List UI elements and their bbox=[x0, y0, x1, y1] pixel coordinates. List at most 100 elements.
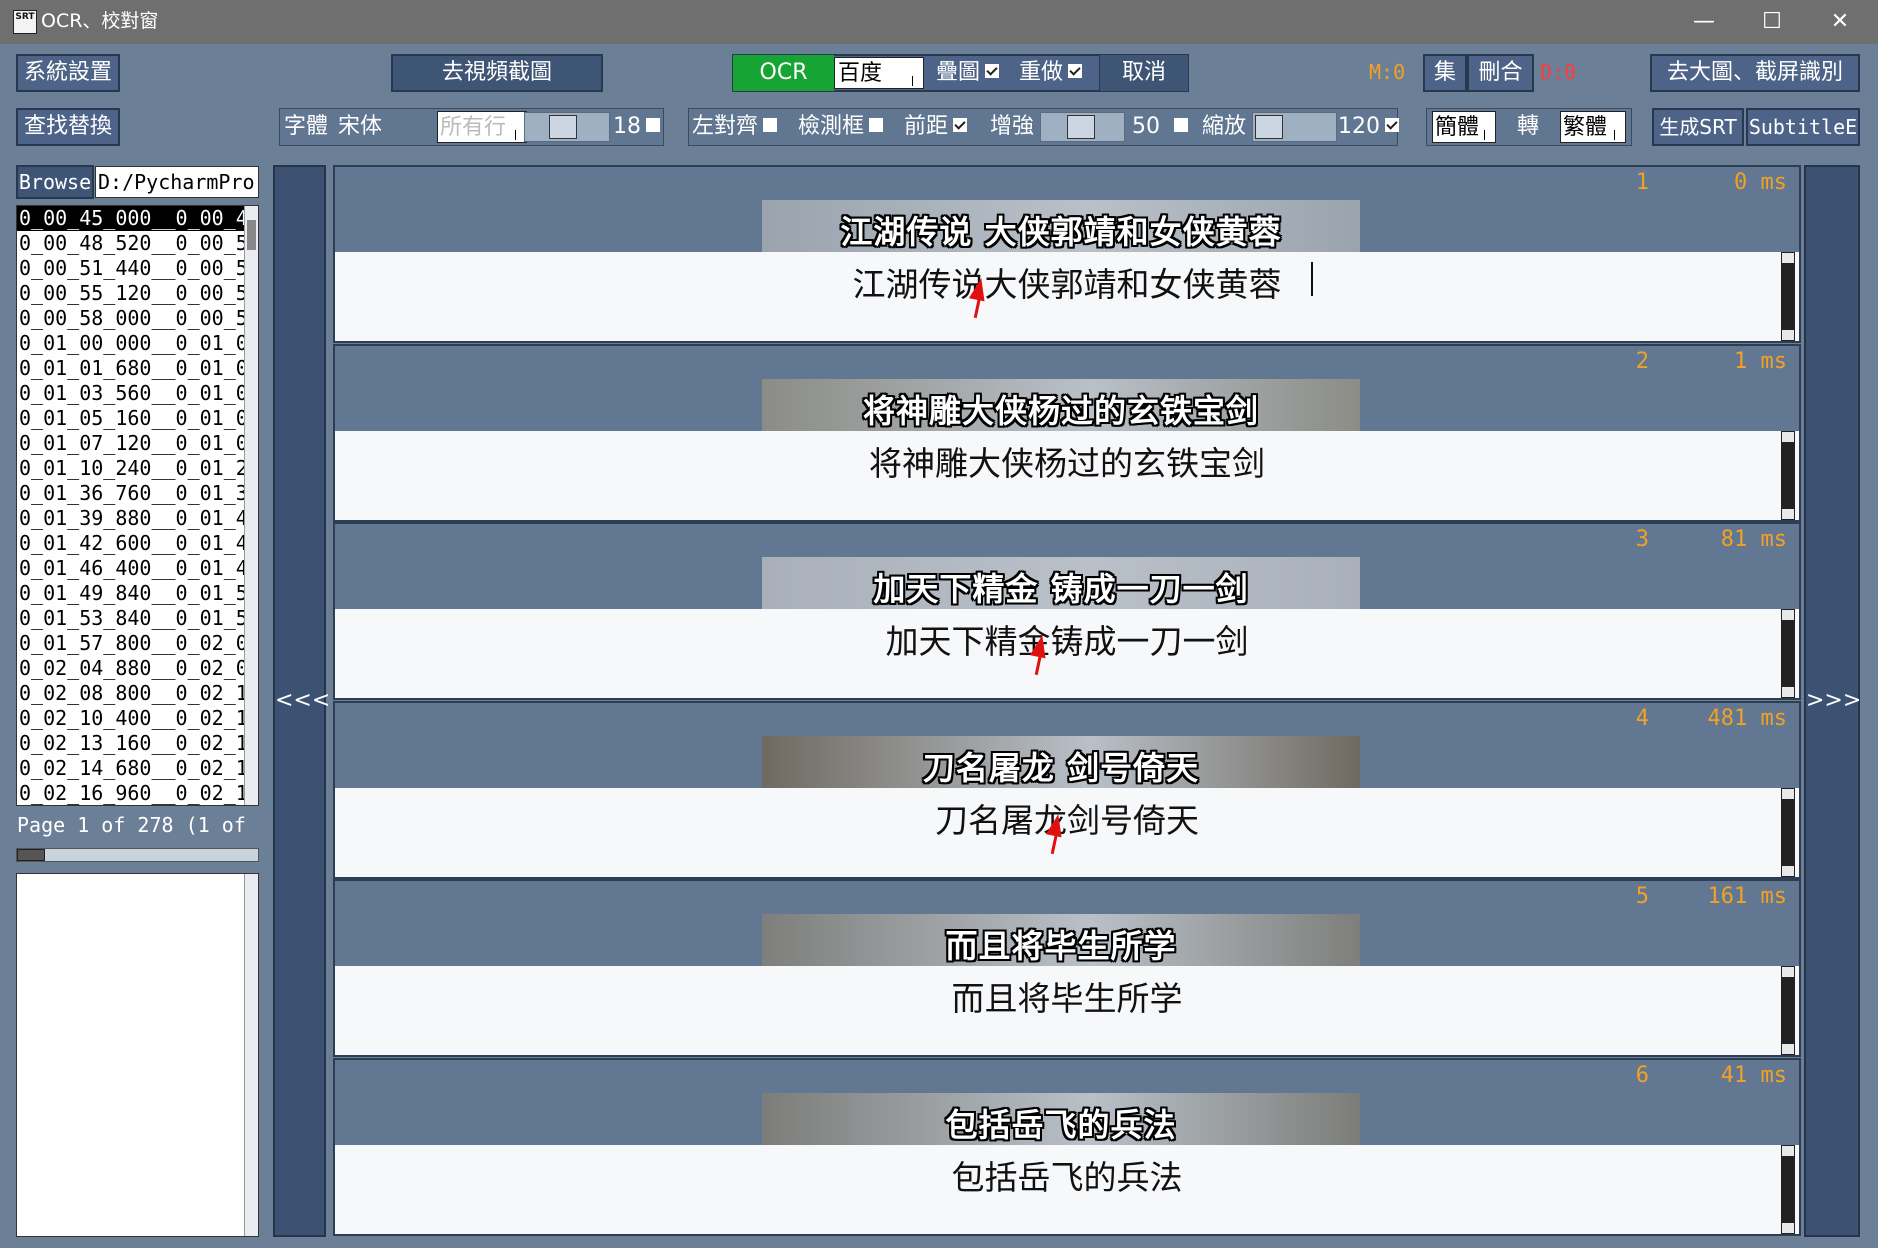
scroll-thumb[interactable] bbox=[247, 220, 256, 250]
subtitle-frame-image[interactable]: 而且将毕生所学 bbox=[762, 914, 1360, 966]
traditional-select[interactable]: 繁體 bbox=[1560, 111, 1626, 143]
slider-thumb[interactable] bbox=[549, 115, 577, 139]
checkbox-icon[interactable] bbox=[646, 118, 660, 132]
file-list-scrollbar[interactable] bbox=[244, 206, 258, 805]
frame-subtitle-text: 而且将毕生所学 bbox=[945, 927, 1177, 965]
font-name-select[interactable]: 宋体 bbox=[338, 110, 382, 144]
front-distance-checkbox[interactable]: 前距 bbox=[904, 110, 968, 144]
edit-scrollbar[interactable] bbox=[1781, 431, 1795, 520]
chevron-down-icon bbox=[912, 76, 921, 86]
subtitle-frame-image[interactable]: 将神雕大侠杨过的玄铁宝剑 bbox=[762, 379, 1360, 431]
file-list-item[interactable]: 0_02_10_400__0_02_1 bbox=[17, 706, 258, 731]
detail-textbox[interactable] bbox=[16, 873, 259, 1237]
collect-button[interactable]: 集 bbox=[1423, 54, 1467, 92]
file-list-item[interactable]: 0_02_04_880__0_02_0 bbox=[17, 656, 258, 681]
redo-checkbox[interactable]: 重做 bbox=[1019, 56, 1083, 90]
maximize-button[interactable]: ☐ bbox=[1738, 0, 1806, 44]
subtitle-edit-box[interactable]: 而且将毕生所学 bbox=[335, 966, 1799, 1055]
subtitle-edit-box[interactable]: 将神雕大侠杨过的玄铁宝剑 bbox=[335, 431, 1799, 520]
file-list-item[interactable]: 0_02_13_160__0_02_1 bbox=[17, 731, 258, 756]
subtitle-edit-box[interactable]: 江湖传说大侠郭靖和女侠黄蓉 bbox=[335, 252, 1799, 341]
edit-scrollbar[interactable] bbox=[1781, 788, 1795, 877]
align-left-checkbox[interactable]: 左對齊 bbox=[692, 110, 778, 144]
browse-button[interactable]: Browse bbox=[16, 165, 94, 199]
next-page-button[interactable]: >>> bbox=[1804, 165, 1861, 1237]
ocr-result-text[interactable]: 刀名屠龙剑号倚天 bbox=[335, 794, 1799, 842]
ocr-engine-select[interactable]: 百度 bbox=[834, 57, 924, 89]
prev-page-button[interactable]: <<< bbox=[273, 165, 330, 1237]
subtitle-frame-image[interactable]: 刀名屠龙 剑号倚天 bbox=[762, 736, 1360, 788]
file-list-item[interactable]: 0_02_16_960__0_02_1 bbox=[17, 781, 258, 805]
file-list-item[interactable]: 0_00_55_120__0_00_5 bbox=[17, 281, 258, 306]
overlay-checkbox[interactable]: 疊圖 bbox=[936, 56, 1000, 90]
file-list-item[interactable]: 0_01_39_880__0_01_4 bbox=[17, 506, 258, 531]
file-list-item[interactable]: 0_00_58_000__0_00_5 bbox=[17, 306, 258, 331]
file-list-item[interactable]: 0_01_57_800__0_02_0 bbox=[17, 631, 258, 656]
go-video-capture-button[interactable]: 去視頻截圖 bbox=[391, 54, 603, 92]
subtitle-edit-box[interactable]: 包括岳飞的兵法 bbox=[335, 1145, 1799, 1234]
system-settings-button[interactable]: 系統設置 bbox=[16, 54, 120, 92]
edit-scrollbar[interactable] bbox=[1781, 966, 1795, 1055]
subtitle-edit-box[interactable]: 刀名屠龙剑号倚天 bbox=[335, 788, 1799, 877]
ocr-result-text[interactable]: 江湖传说大侠郭靖和女侠黄蓉 bbox=[335, 258, 1799, 306]
find-replace-button[interactable]: 查找替換 bbox=[16, 108, 120, 146]
subtitle-edit-button[interactable]: SubtitleE bbox=[1746, 108, 1860, 146]
edit-scrollbar[interactable] bbox=[1781, 252, 1795, 341]
font-size-slider[interactable] bbox=[524, 112, 610, 142]
file-list-item[interactable]: 0_01_53_840__0_01_5 bbox=[17, 606, 258, 631]
file-list-item[interactable]: 0_01_01_680__0_01_0 bbox=[17, 356, 258, 381]
file-list-item[interactable]: 0_02_08_800__0_02_1 bbox=[17, 681, 258, 706]
subtitle-frame-image[interactable]: 加天下精金 铸成一刀一剑 bbox=[762, 557, 1360, 609]
file-list-item[interactable]: 0_00_51_440__0_00_5 bbox=[17, 256, 258, 281]
go-big-screenshot-button[interactable]: 去大圖、截屏識別 bbox=[1650, 54, 1860, 92]
simplified-select[interactable]: 簡體 bbox=[1432, 111, 1496, 143]
edit-scrollbar[interactable] bbox=[1781, 1145, 1795, 1234]
subtitle-frame-image[interactable]: 江湖传说 大侠郭靖和女侠黄蓉 bbox=[762, 200, 1360, 252]
file-list-item[interactable]: 0_00_48_520__0_00_5 bbox=[17, 231, 258, 256]
file-list-item[interactable]: 0_01_00_000__0_01_0 bbox=[17, 331, 258, 356]
edit-scrollbar[interactable] bbox=[1781, 609, 1795, 698]
path-field[interactable]: D:/PycharmPro bbox=[95, 166, 259, 198]
scroll-thumb[interactable] bbox=[17, 849, 45, 861]
subtitle-frame-image[interactable]: 包括岳飞的兵法 bbox=[762, 1093, 1360, 1145]
file-list-item[interactable]: 0_00_45_000__0_00_4 bbox=[17, 206, 258, 231]
check-icon bbox=[953, 118, 968, 132]
font-label: 字體 bbox=[284, 114, 329, 139]
file-list-item[interactable]: 0_01_36_760__0_01_3 bbox=[17, 481, 258, 506]
all-rows-select[interactable]: 所有行 bbox=[437, 111, 527, 143]
d-counter: D:0 bbox=[1540, 60, 1577, 84]
frame-subtitle-text: 包括岳飞的兵法 bbox=[945, 1106, 1177, 1144]
file-list[interactable]: 0_00_45_000__0_00_4 0_00_48_520__0_00_5 0_… bbox=[16, 205, 259, 806]
check-icon[interactable] bbox=[1385, 118, 1399, 132]
ocr-button[interactable]: OCR bbox=[733, 55, 834, 91]
cancel-button[interactable]: 取消 bbox=[1099, 55, 1188, 91]
slider-thumb[interactable] bbox=[1067, 115, 1095, 139]
chevron-down-icon bbox=[515, 130, 524, 140]
zoom-slider[interactable] bbox=[1252, 112, 1337, 142]
enhance-slider[interactable] bbox=[1040, 112, 1125, 142]
generate-srt-button[interactable]: 生成SRT bbox=[1652, 108, 1744, 146]
delete-merge-button[interactable]: 刪合 bbox=[1467, 54, 1534, 92]
detect-box-checkbox[interactable]: 檢測框 bbox=[798, 110, 884, 144]
ocr-result-text[interactable]: 而且将毕生所学 bbox=[335, 972, 1799, 1020]
file-list-item[interactable]: 0_01_07_120__0_01_0 bbox=[17, 431, 258, 456]
file-list-item[interactable]: 0_01_49_840__0_01_5 bbox=[17, 581, 258, 606]
page-scrollbar[interactable] bbox=[16, 848, 259, 862]
file-list-item[interactable]: 0_01_05_160__0_01_0 bbox=[17, 406, 258, 431]
file-list-item[interactable]: 0_01_10_240__0_01_2 bbox=[17, 456, 258, 481]
close-button[interactable]: ✕ bbox=[1806, 0, 1874, 44]
file-list-item[interactable]: 0_02_14_680__0_02_1 bbox=[17, 756, 258, 781]
checkbox-icon[interactable] bbox=[1174, 118, 1188, 132]
ocr-result-text[interactable]: 加天下精金铸成一刀一剑 bbox=[335, 615, 1799, 663]
subtitle-edit-box[interactable]: 加天下精金铸成一刀一剑 bbox=[335, 609, 1799, 698]
detail-scrollbar[interactable] bbox=[244, 874, 258, 1236]
file-list-item[interactable]: 0_01_03_560__0_01_0 bbox=[17, 381, 258, 406]
minimize-button[interactable]: — bbox=[1670, 0, 1738, 44]
overlay-label: 疊圖 bbox=[936, 60, 981, 85]
slider-thumb[interactable] bbox=[1255, 115, 1283, 139]
convert-button[interactable]: 轉 bbox=[1517, 110, 1539, 144]
ocr-result-text[interactable]: 包括岳飞的兵法 bbox=[335, 1151, 1799, 1199]
file-list-item[interactable]: 0_01_46_400__0_01_4 bbox=[17, 556, 258, 581]
ocr-result-text[interactable]: 将神雕大侠杨过的玄铁宝剑 bbox=[335, 437, 1799, 485]
file-list-item[interactable]: 0_01_42_600__0_01_4 bbox=[17, 531, 258, 556]
